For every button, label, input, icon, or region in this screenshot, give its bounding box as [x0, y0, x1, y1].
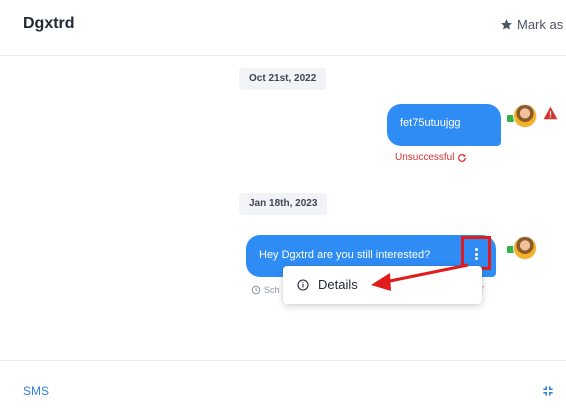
avatar	[513, 104, 537, 128]
conversation-footer: SMS	[0, 360, 566, 414]
mark-as-label: Mark as	[517, 17, 564, 32]
message-text: fet75utuujgg	[400, 117, 461, 129]
channel-selector[interactable]: SMS	[23, 384, 49, 398]
retry-icon	[458, 153, 467, 162]
message-text: Hey Dgxtrd are you still interested?	[259, 249, 431, 261]
contact-name: Dgxtrd	[23, 15, 75, 32]
message-context-menu: Details	[283, 266, 482, 304]
date-divider: Oct 21st, 2022	[239, 68, 327, 90]
message-bubble[interactable]: fet75utuujgg	[387, 104, 501, 146]
send-status-label: Unsuccessful	[395, 152, 455, 163]
date-divider: Jan 18th, 2023	[239, 193, 328, 215]
info-icon	[297, 278, 309, 291]
message-options-highlight[interactable]	[461, 236, 491, 270]
conversation-header: Dgxtrd Mark as	[0, 0, 566, 56]
menu-item-label: Details	[318, 277, 358, 292]
mark-as-button[interactable]: Mark as	[500, 17, 563, 32]
warning-icon	[543, 106, 558, 120]
avatar	[513, 236, 537, 260]
more-options-icon[interactable]	[473, 248, 479, 260]
collapse-icon[interactable]	[541, 384, 555, 398]
menu-item-details[interactable]: Details	[297, 277, 358, 292]
send-status[interactable]: Unsuccessful	[395, 152, 467, 163]
scheduled-info: Sch	[251, 285, 280, 295]
star-icon	[501, 19, 512, 30]
clock-icon	[251, 285, 261, 295]
scheduled-text: Sch	[264, 285, 280, 295]
